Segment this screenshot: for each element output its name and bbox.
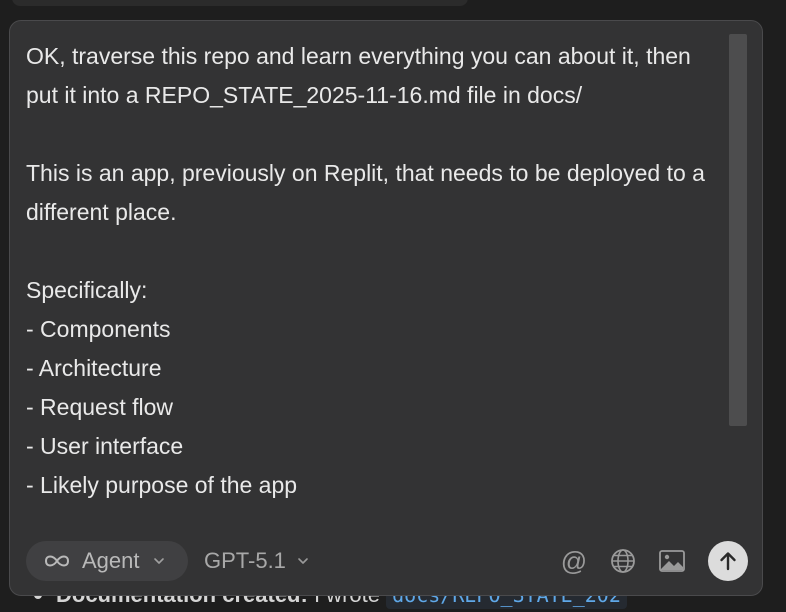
infinity-icon [44, 555, 70, 567]
at-icon: @ [560, 546, 588, 576]
chevron-down-icon [153, 558, 164, 564]
chat-composer: OK, traverse this repo and learn everyth… [9, 20, 763, 596]
previous-message-bubble [12, 0, 468, 6]
prompt-input[interactable]: OK, traverse this repo and learn everyth… [26, 37, 726, 513]
image-icon [659, 550, 685, 572]
arrow-up-icon [720, 552, 736, 571]
mention-button[interactable]: @ [558, 545, 590, 577]
attach-image-button[interactable] [656, 545, 688, 577]
globe-icon [611, 549, 635, 573]
composer-toolbar: Agent GPT-5.1 @ [10, 539, 762, 583]
model-selector[interactable]: GPT-5.1 [204, 541, 310, 581]
prompt-scrollbar[interactable] [729, 34, 747, 426]
model-label: GPT-5.1 [204, 548, 286, 573]
send-button[interactable] [708, 541, 748, 581]
chevron-down-icon [298, 558, 308, 564]
mode-label: Agent [82, 548, 140, 573]
web-search-button[interactable] [607, 545, 639, 577]
mode-selector[interactable]: Agent [26, 541, 188, 581]
